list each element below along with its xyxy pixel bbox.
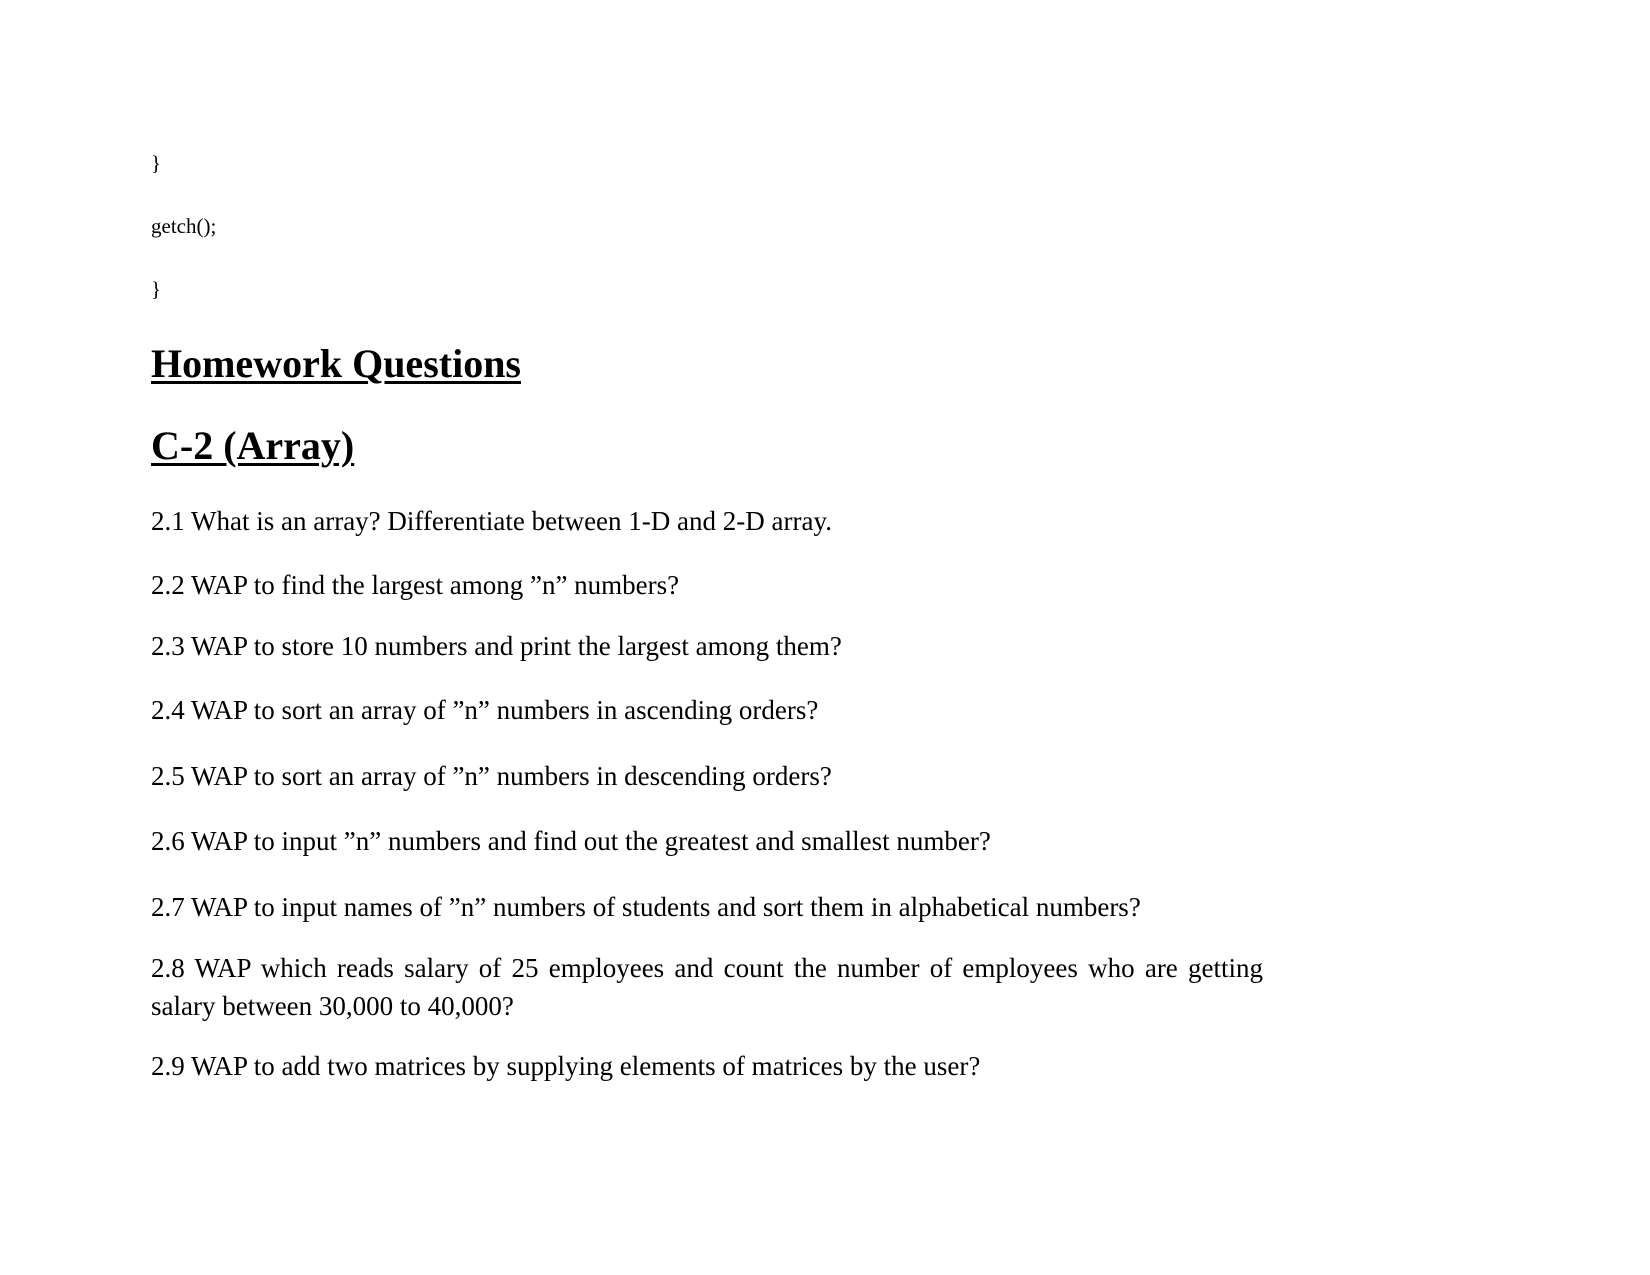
section-heading: C-2 (Array) — [151, 423, 355, 468]
code-getch-call: getch(); — [151, 214, 217, 238]
question-2-8: 2.8 WAP which reads salary of 25 employe… — [151, 953, 1263, 1021]
question-2-3: 2.3 WAP to store 10 numbers and print th… — [151, 631, 842, 661]
question-2-2: 2.2 WAP to find the largest among ”n” nu… — [151, 570, 680, 600]
question-2-1: 2.1 What is an array? Differentiate betw… — [151, 506, 832, 536]
document-page: } getch(); } Homework Questions C-2 (Arr… — [0, 0, 1650, 1275]
question-2-4: 2.4 WAP to sort an array of ”n” numbers … — [151, 695, 819, 725]
question-2-7: 2.7 WAP to input names of ”n” numbers of… — [151, 892, 1141, 922]
code-closing-brace: } — [151, 277, 162, 301]
question-2-6: 2.6 WAP to input ”n” numbers and find ou… — [151, 826, 991, 856]
code-closing-brace: } — [151, 151, 162, 175]
question-2-5: 2.5 WAP to sort an array of ”n” numbers … — [151, 761, 832, 791]
homework-heading: Homework Questions — [151, 341, 521, 386]
question-2-9: 2.9 WAP to add two matrices by supplying… — [151, 1051, 981, 1081]
